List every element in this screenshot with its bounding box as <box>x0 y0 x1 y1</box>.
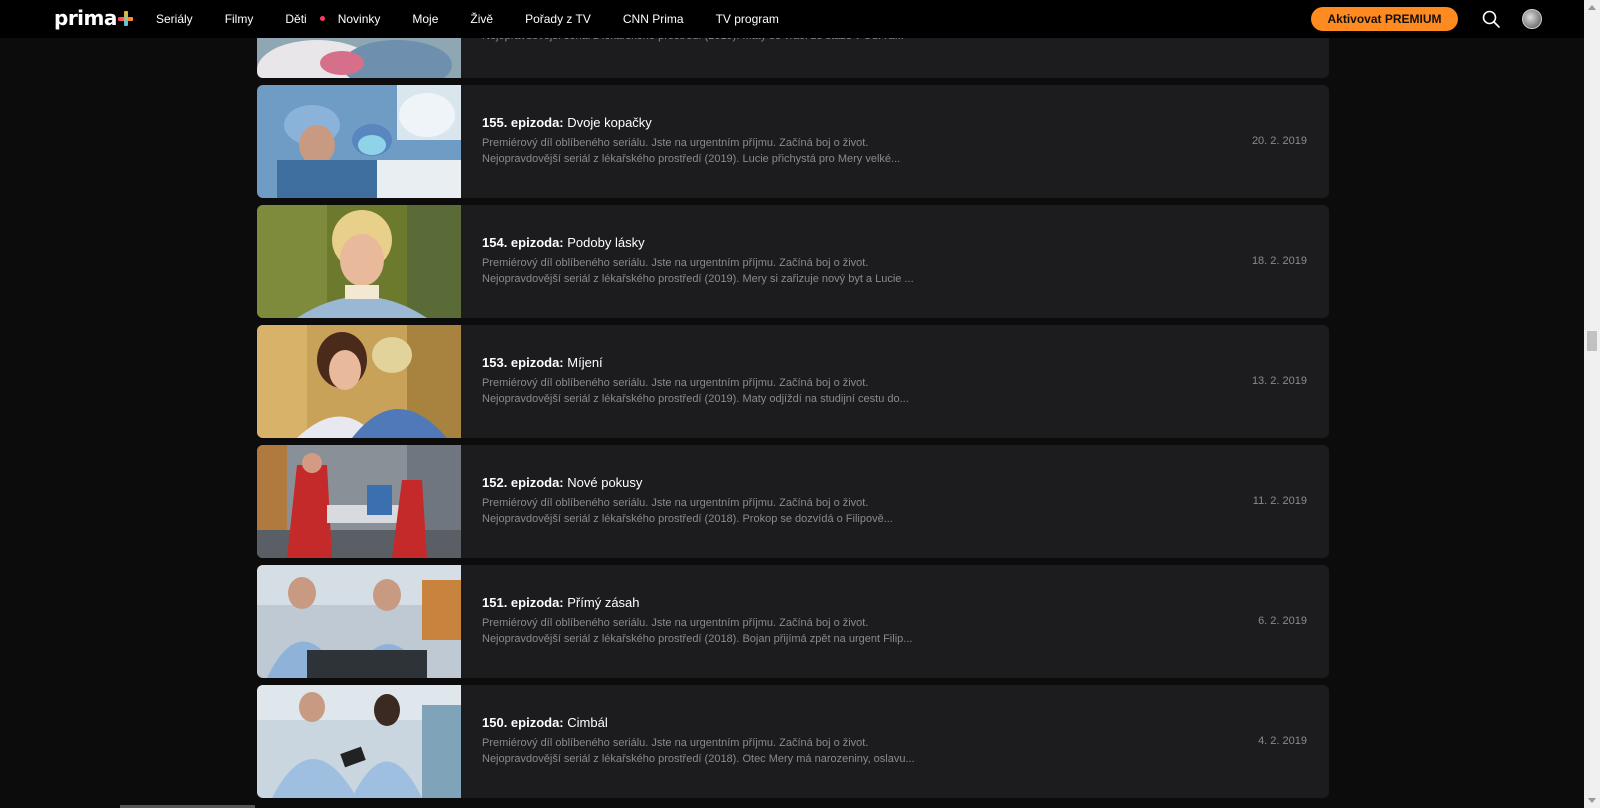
user-avatar[interactable] <box>1522 9 1542 29</box>
episode-name: Míjení <box>567 355 603 370</box>
episode-description: Premiérový díl oblíbeného seriálu. Jste … <box>482 135 962 167</box>
scroll-down-arrow-icon[interactable] <box>1588 798 1596 803</box>
nav-item-deti-label: Děti <box>285 12 307 26</box>
episode-title: 152. epizoda: Nové pokusy <box>482 475 642 490</box>
episode-number: 155. epizoda: <box>482 115 564 130</box>
episode-card[interactable]: 155. epizoda: Dvoje kopačky Premiérový d… <box>257 85 1329 198</box>
episode-name: Dvoje kopačky <box>567 115 652 130</box>
episode-card[interactable]: 151. epizoda: Přímý zásah Premiérový díl… <box>257 565 1329 678</box>
top-navigation-bar: prima Seriály Filmy Děti Novinky Moje Ži… <box>0 0 1584 38</box>
episode-description: Premiérový díl oblíbeného seriálu. Jste … <box>482 615 962 647</box>
episode-description-line: Premiérový díl oblíbeného seriálu. Jste … <box>482 497 869 509</box>
logo-text: prima <box>54 6 117 30</box>
activate-premium-button[interactable]: Aktivovat PREMIUM <box>1311 7 1458 31</box>
episode-description: Premiérový díl oblíbeného seriálu. Jste … <box>482 255 962 287</box>
search-icon[interactable] <box>1481 9 1501 29</box>
episode-card[interactable]: 150. epizoda: Cimbál Premiérový díl oblí… <box>257 685 1329 798</box>
nav-item-serialy[interactable]: Seriály <box>156 12 193 26</box>
episode-description-line: Nejopravdovější seriál z lékařského pros… <box>482 153 901 165</box>
episode-title: 153. epizoda: Míjení <box>482 355 603 370</box>
episode-name: Cimbál <box>567 715 608 730</box>
episode-date: 20. 2. 2019 <box>1251 135 1307 147</box>
episode-title: 151. epizoda: Přímý zásah <box>482 595 640 610</box>
episode-card[interactable]: 154. epizoda: Podoby lásky Premiérový dí… <box>257 205 1329 318</box>
episode-date: 11. 2. 2019 <box>1252 495 1307 507</box>
episode-number: 153. epizoda: <box>482 355 564 370</box>
episode-thumbnail <box>257 325 461 438</box>
nav-item-cnn-prima[interactable]: CNN Prima <box>623 12 684 26</box>
episode-number: 152. epizoda: <box>482 475 564 490</box>
episode-name: Přímý zásah <box>567 595 640 610</box>
episode-description: Premiérový díl oblíbeného seriálu. Jste … <box>482 735 962 767</box>
new-dot-icon <box>319 16 325 22</box>
nav-item-zive[interactable]: Živě <box>470 12 493 26</box>
episode-date: 18. 2. 2019 <box>1251 255 1307 267</box>
episode-thumbnail <box>257 445 461 558</box>
nav-item-tv-program[interactable]: TV program <box>716 12 779 26</box>
episode-card[interactable]: 153. epizoda: Míjení Premiérový díl oblí… <box>257 325 1329 438</box>
episode-description-line: Premiérový díl oblíbeného seriálu. Jste … <box>482 377 869 389</box>
episode-description-line: Premiérový díl oblíbeného seriálu. Jste … <box>482 257 869 269</box>
nav-item-deti[interactable]: Děti <box>285 12 325 26</box>
episode-title: 150. epizoda: Cimbál <box>482 715 608 730</box>
episode-description-line: Nejopravdovější seriál z lékařského pros… <box>482 753 915 765</box>
episode-name: Nové pokusy <box>567 475 643 490</box>
episode-thumbnail <box>257 85 461 198</box>
episode-thumbnail <box>257 565 461 678</box>
episode-description-line: Nejopravdovější seriál z lékařského pros… <box>482 633 913 645</box>
episode-thumbnail <box>257 205 461 318</box>
episode-description: Premiérový díl oblíbeného seriálu. Jste … <box>482 375 962 407</box>
episode-number: 154. epizoda: <box>482 235 564 250</box>
prima-plus-logo[interactable]: prima <box>54 6 133 30</box>
episode-title: 154. epizoda: Podoby lásky <box>482 235 645 250</box>
nav-item-moje[interactable]: Moje <box>412 12 438 26</box>
episode-title: 155. epizoda: Dvoje kopačky <box>482 115 652 130</box>
scrollbar-thumb[interactable] <box>1587 331 1597 351</box>
episode-date: 4. 2. 2019 <box>1258 735 1307 747</box>
episode-description-line: Nejopravdovější seriál z lékařského pros… <box>482 513 893 525</box>
episode-name: Podoby lásky <box>567 235 645 250</box>
episode-thumbnail <box>257 685 461 798</box>
episode-date: 13. 2. 2019 <box>1251 375 1307 387</box>
episode-description-line: Nejopravdovější seriál z lékařského pros… <box>482 273 914 285</box>
nav-item-novinky[interactable]: Novinky <box>338 12 381 26</box>
episode-description: Premiérový díl oblíbeného seriálu. Jste … <box>482 495 962 527</box>
episode-number: 150. epizoda: <box>482 715 564 730</box>
episode-description-line: Premiérový díl oblíbeného seriálu. Jste … <box>482 737 869 749</box>
vertical-scrollbar[interactable] <box>1584 0 1600 808</box>
episode-description-line: Nejopravdovější seriál z lékařského pros… <box>482 393 909 405</box>
nav-item-filmy[interactable]: Filmy <box>225 12 254 26</box>
episode-description-line: Premiérový díl oblíbeného seriálu. Jste … <box>482 137 869 149</box>
main-nav: Seriály Filmy Děti Novinky Moje Živě Poř… <box>156 0 811 38</box>
episode-date: 6. 2. 2019 <box>1258 615 1307 627</box>
scroll-up-arrow-icon[interactable] <box>1588 5 1596 10</box>
episode-card[interactable]: 152. epizoda: Nové pokusy Premiérový díl… <box>257 445 1329 558</box>
episode-description-line: Premiérový díl oblíbeného seriálu. Jste … <box>482 617 869 629</box>
plus-icon <box>117 10 133 26</box>
episode-number: 151. epizoda: <box>482 595 564 610</box>
nav-item-porady-z-tv[interactable]: Pořady z TV <box>525 12 591 26</box>
